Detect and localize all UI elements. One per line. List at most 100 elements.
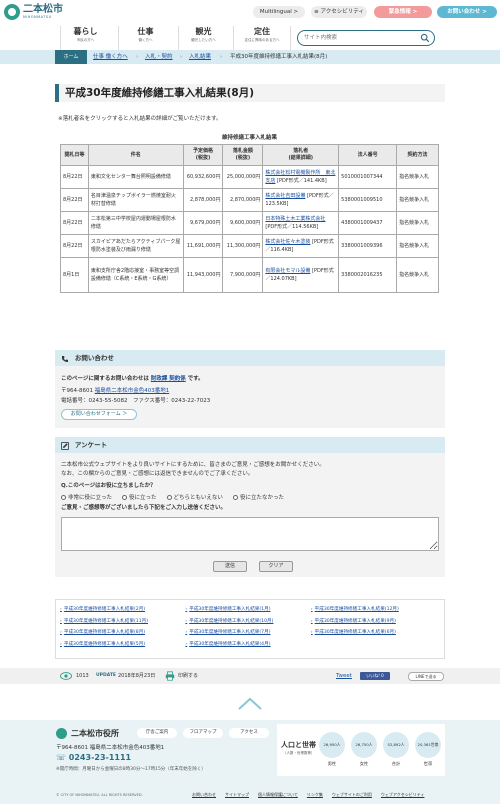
submit-button[interactable]: 送信 bbox=[213, 561, 247, 572]
multilingual-button[interactable]: Multilingual > bbox=[253, 6, 305, 18]
cell-corp: 5010001007344 bbox=[338, 165, 398, 189]
facebook-like-button[interactable]: いいね! 0 bbox=[360, 672, 390, 680]
winner-link[interactable]: 株式会社吉田設備 bbox=[265, 193, 305, 199]
population-total-label: 合計 bbox=[391, 761, 401, 766]
accessibility-button[interactable]: ≡ アクセシビリティ bbox=[311, 6, 367, 18]
radio-icon[interactable] bbox=[166, 494, 172, 500]
related-link[interactable]: 平成30年度維持修繕工事入札結果(6月) bbox=[311, 627, 436, 639]
table-row: 8月22日 二本松第三中学校屋内運動場屋根防水修繕 9,679,000円 9,6… bbox=[60, 211, 439, 235]
survey-option[interactable]: 役に立った bbox=[122, 493, 157, 501]
tweet-button[interactable]: Tweet bbox=[336, 668, 352, 684]
cell-planned: 2,878,000円 bbox=[182, 188, 224, 212]
breadcrumb-link-work[interactable]: 仕事 働く方へ bbox=[93, 50, 128, 64]
cell-method: 指名競争入札 bbox=[396, 188, 439, 212]
breadcrumb-link-results[interactable]: 入札結果 bbox=[189, 50, 211, 64]
winner-link[interactable]: 有限会社モマル設備 bbox=[265, 268, 310, 274]
survey-option[interactable]: どちらともいえない bbox=[166, 493, 223, 501]
cell-winning: 2,870,000円 bbox=[222, 188, 264, 212]
search-input[interactable] bbox=[304, 31, 422, 45]
contact-dept-link[interactable]: 財政課 契約係 bbox=[151, 376, 186, 382]
nav-settle[interactable]: 定住 定住に興味のある方へ bbox=[233, 26, 291, 50]
breadcrumb-home[interactable]: ホーム bbox=[55, 50, 87, 64]
search-icon[interactable] bbox=[420, 33, 430, 43]
phone-icon bbox=[62, 355, 68, 362]
emergency-info-button[interactable]: 緊急情報 > bbox=[374, 6, 432, 18]
related-link[interactable]: 平成30年度維持修繕工事入札結果(12月) bbox=[311, 604, 436, 616]
print-icon[interactable] bbox=[165, 671, 175, 681]
cell-winner: 株式会社吉田設備 [PDF形式／123.5KB] bbox=[262, 188, 340, 212]
contact-lead-post: です。 bbox=[185, 376, 204, 382]
nav-work[interactable]: 仕事 働く方へ bbox=[118, 26, 172, 50]
breadcrumb-link-bid[interactable]: 入札・契約 bbox=[145, 50, 173, 64]
winner-link[interactable]: 日本特殊土木工業株式会社 bbox=[265, 216, 325, 222]
cell-winning: 11,300,000円 bbox=[222, 234, 264, 258]
winner-file-info: [PDF形式／114.56KB] bbox=[265, 224, 319, 230]
footer-link[interactable]: ウェブアクセシビリティ bbox=[381, 792, 425, 798]
cell-corp: 5380001009510 bbox=[338, 188, 398, 212]
winner-link[interactable]: 株式会社佐々木塗装 bbox=[265, 239, 310, 245]
footer-logo: 二本松市役所 bbox=[56, 728, 119, 739]
related-link[interactable]: 平成30年度維持修繕工事入札結果(4月) bbox=[185, 639, 310, 651]
nav-living[interactable]: 暮らし 市民の方へ bbox=[60, 26, 110, 50]
nav-living-sub: 市民の方へ bbox=[76, 38, 95, 42]
contact-form-button[interactable]: お問い合わせフォーム ＞ bbox=[61, 409, 137, 420]
cell-winner: 株式会社佐々木塗装 [PDF形式／116.4KB] bbox=[262, 234, 340, 258]
update-date: 2018年8月23日 bbox=[118, 673, 156, 679]
related-link[interactable]: 平成30年度維持修繕工事入札結果(11月) bbox=[60, 616, 185, 628]
clear-button[interactable]: クリア bbox=[259, 561, 293, 572]
related-link[interactable]: 平成30年度維持修繕工事入札結果(10月) bbox=[185, 616, 310, 628]
footer-link[interactable]: 個人情報保護について bbox=[258, 792, 298, 798]
related-link[interactable]: 平成30年度維持修繕工事入札結果(9月) bbox=[311, 616, 436, 628]
site-logo[interactable]: 二本松市 NIHONMATSU bbox=[4, 4, 63, 20]
cell-winning: 7,900,000円 bbox=[222, 257, 264, 293]
results-table: 開札日等 件名 予定価格 (税抜) 落札金額 (税抜) 落札者 (結果詳細) 法… bbox=[60, 144, 439, 293]
related-link[interactable]: 平成30年度維持修繕工事入札結果(2月) bbox=[60, 604, 185, 616]
survey-intro-2: なお、この欄からのご意見・ご感想には返信できませんのでご了承ください。 bbox=[61, 471, 254, 477]
population-total-value: 52,892人 bbox=[383, 732, 409, 758]
cell-method: 指名競争入札 bbox=[396, 257, 439, 293]
print-link[interactable]: 印刷する bbox=[178, 668, 198, 684]
population-subtitle: （人数・世帯数等） bbox=[283, 751, 315, 755]
footer-tel: ☏ 0243-23-1111 bbox=[56, 753, 131, 762]
utility-bar: 1013 UPDATE 2018年8月23日 印刷する Tweet いいね! 0… bbox=[0, 668, 500, 684]
cell-name: 東和支所庁舎2階応接室・事務室等空調設備修繕（C系統・E系統・G系統） bbox=[87, 257, 184, 293]
nav-tourism[interactable]: 観光 観光したい方へ bbox=[178, 26, 228, 50]
radio-icon[interactable] bbox=[232, 494, 238, 500]
radio-icon[interactable] bbox=[122, 494, 128, 500]
footer-link[interactable]: お問い合わせ bbox=[192, 792, 216, 798]
page-note: ※落札者名をクリックすると入札結果の詳細がご覧いただけます。 bbox=[58, 116, 222, 122]
view-count: 1013 bbox=[76, 673, 89, 679]
line-share-button[interactable]: LINEで送る bbox=[408, 672, 444, 681]
eye-icon bbox=[60, 672, 72, 680]
footer-link[interactable]: ウェブサイトのご利用 bbox=[332, 792, 372, 798]
cell-name: 東和文化センター舞台照明設備修繕 bbox=[87, 165, 184, 189]
copyright: © CITY OF NIHONMATSU. ALL RIGHTS RESERVE… bbox=[56, 793, 143, 797]
related-link[interactable]: 平成30年度維持修繕工事入札結果(5月) bbox=[60, 639, 185, 651]
footer-floor-map-button[interactable]: フロアマップ bbox=[183, 728, 223, 738]
footer-address: 〒964-8601 福島県二本松市金色403番地1 bbox=[56, 745, 165, 751]
survey-option[interactable]: 役に立たなかった bbox=[232, 493, 284, 501]
related-link[interactable]: 平成30年度維持修繕工事入札結果(8月) bbox=[60, 627, 185, 639]
global-nav: 暮らし 市民の方へ 仕事 働く方へ 観光 観光したい方へ 定住 定住に興味のある… bbox=[0, 26, 500, 50]
col-winner: 落札者 (結果詳細) bbox=[262, 144, 340, 166]
col-name: 件名 bbox=[87, 144, 184, 166]
contact-button[interactable]: お問い合わせ > bbox=[437, 6, 497, 18]
page-top-icon[interactable] bbox=[236, 697, 264, 711]
footer-building-guide-button[interactable]: 庁舎ご案内 bbox=[137, 728, 177, 738]
radio-icon[interactable] bbox=[61, 494, 66, 500]
footer-link[interactable]: リンク集 bbox=[307, 792, 323, 798]
contact-address-link[interactable]: 福島県二本松市金色403番地1 bbox=[95, 388, 170, 394]
cell-date: 8月1日 bbox=[60, 257, 89, 293]
survey-option[interactable]: 非常に役に立った bbox=[61, 493, 112, 501]
table-row: 8月22日 名目津温泉チップボイラー燃焼室耐火材打替修繕 2,878,000円 … bbox=[60, 188, 439, 212]
related-link[interactable]: 平成30年度維持修繕工事入札結果(7月) bbox=[185, 627, 310, 639]
related-link[interactable]: 平成30年度維持修繕工事入札結果(1月) bbox=[185, 604, 310, 616]
footer-access-button[interactable]: アクセス bbox=[229, 728, 269, 738]
survey-comment-field[interactable] bbox=[61, 517, 439, 551]
population-male-value: 26,950人 bbox=[319, 732, 345, 758]
population-households-label: 世帯 bbox=[423, 761, 433, 766]
footer-tel-number: 0243-23-1111 bbox=[68, 753, 132, 762]
population-female-label: 女性 bbox=[359, 761, 369, 766]
footer-link[interactable]: サイトマップ bbox=[225, 792, 249, 798]
survey-intro-1: 二本松市公式ウェブサイトをより良いサイトにするために、皆さまのご意見・ご感想をお… bbox=[61, 462, 325, 468]
